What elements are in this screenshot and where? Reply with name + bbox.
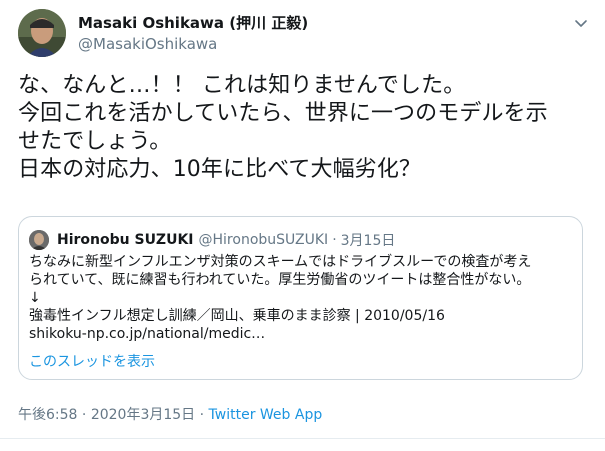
quoted-display-name: Hironobu SUZUKI <box>57 232 194 248</box>
quoted-handle: @HironobuSUZUKI <box>198 232 329 248</box>
tweet-text: な、なんと…！！ これは知りませんでした。 今回これを活かしていたら、世界に一つ… <box>18 72 593 184</box>
author-display-name[interactable]: Masaki Oshikawa (押川 正毅) <box>78 14 308 32</box>
separator-dot: · <box>81 407 87 423</box>
tweet: Masaki Oshikawa (押川 正毅) @MasakiOshikawa … <box>0 0 605 451</box>
quoted-avatar <box>29 230 49 250</box>
quoted-tweet-header: Hironobu SUZUKI @HironobuSUZUKI · 3月15日 <box>29 229 395 251</box>
tweet-text-line: な、なんと…！！ これは知りませんでした。 <box>18 73 466 98</box>
quoted-date: 3月15日 <box>340 233 396 249</box>
author-info: Masaki Oshikawa (押川 正毅) @MasakiOshikawa <box>78 14 308 54</box>
tweet-time[interactable]: 午後6:58 <box>18 407 77 423</box>
quoted-text-line: shikoku-np.co.jp/national/medic… <box>29 326 266 342</box>
quoted-tweet-text: ちなみに新型インフルエンザ対策のスキームではドライブスルーでの検査が考え られて… <box>29 253 574 343</box>
tweet-metadata: 午後6:58 · 2020年3月15日 · Twitter Web App <box>18 404 322 424</box>
avatar[interactable] <box>18 9 66 57</box>
separator-dot: · <box>332 232 337 248</box>
quoted-text-line: られていて、既に練習も行われていた。厚生労働省のツイートは整合性がない。 <box>29 272 531 288</box>
tweet-text-line: 日本の対応力、10年に比べて大幅劣化？ <box>18 157 422 182</box>
quoted-text-line: ↓ <box>29 290 41 306</box>
tweet-source-link[interactable]: Twitter Web App <box>209 407 323 423</box>
quoted-text-line: 強毒性インフル想定し訓練／岡山、乗車のまま診察 | 2010/05/16 <box>29 308 445 324</box>
chevron-down-icon[interactable] <box>572 14 590 32</box>
tweet-text-line: 今回これを活かしていたら、世界に一つのモデルを示 <box>18 101 548 126</box>
separator-dot: · <box>199 407 205 423</box>
divider <box>0 438 605 439</box>
quoted-tweet[interactable]: Hironobu SUZUKI @HironobuSUZUKI · 3月15日 … <box>18 216 583 380</box>
tweet-text-line: せたでしょう。 <box>18 129 172 154</box>
tweet-date[interactable]: 2020年3月15日 <box>91 407 195 423</box>
quoted-text-line: ちなみに新型インフルエンザ対策のスキームではドライブスルーでの検査が考え <box>29 254 532 270</box>
show-thread-link[interactable]: このスレッドを表示 <box>29 351 155 371</box>
author-handle[interactable]: @MasakiOshikawa <box>78 34 308 54</box>
